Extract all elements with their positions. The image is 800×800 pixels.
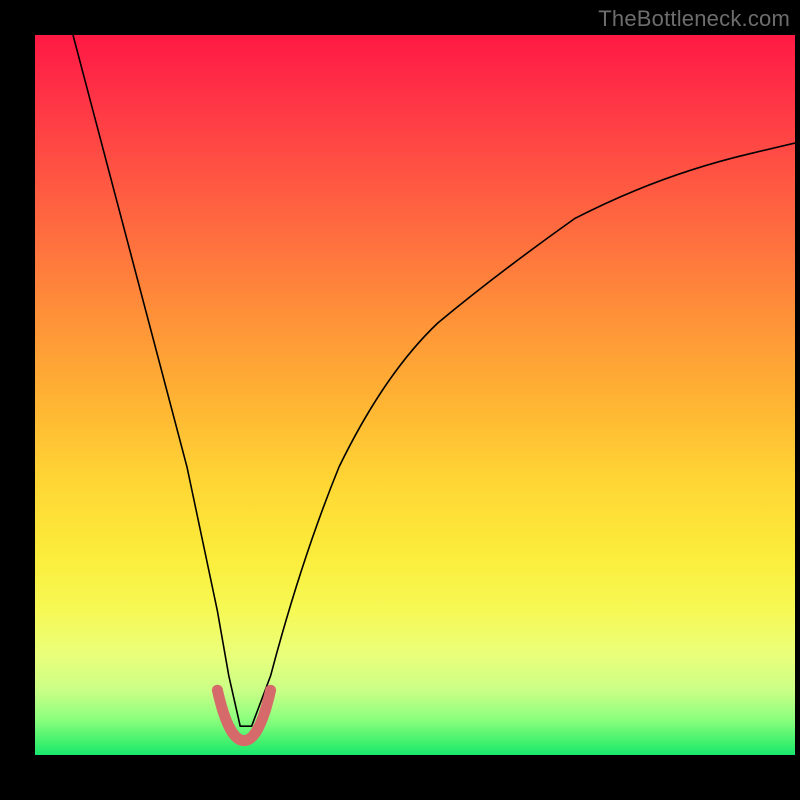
chart-frame: TheBottleneck.com — [0, 0, 800, 800]
watermark-text: TheBottleneck.com — [598, 6, 790, 32]
chart-svg — [35, 35, 795, 755]
plot-area — [35, 35, 795, 755]
curve-main — [73, 35, 795, 726]
